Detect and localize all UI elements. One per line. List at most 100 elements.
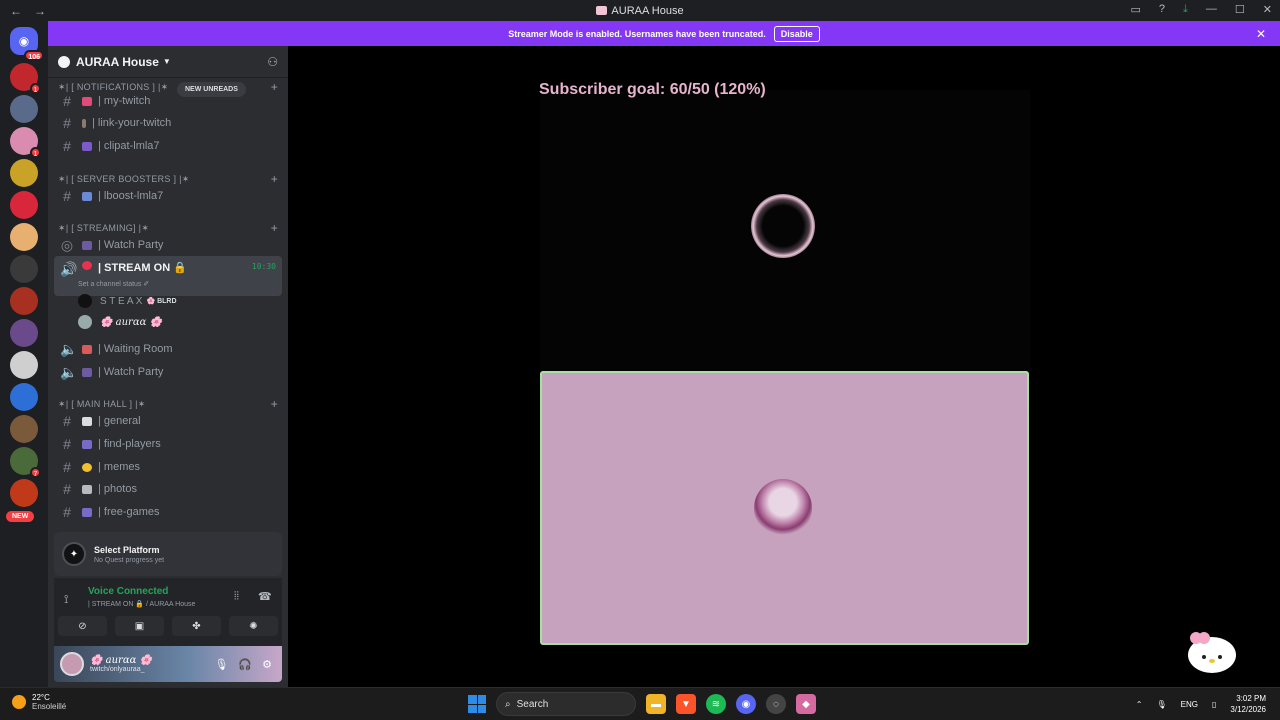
active-app-icon[interactable]: ◆ [796, 694, 816, 714]
disable-streamer-mode-button[interactable]: Disable [773, 25, 820, 42]
voice-channel-link[interactable]: | STREAM ON 🔒 / AURAA House [88, 600, 195, 608]
server-icon[interactable]: 1 [10, 63, 41, 94]
add-channel-icon[interactable]: + [271, 397, 278, 411]
activities-icon[interactable]: ✤ [172, 616, 221, 636]
server-icon[interactable] [10, 159, 38, 187]
server-icon[interactable] [10, 255, 38, 283]
chevron-up-icon[interactable]: ⌃ [1136, 700, 1143, 709]
channel-list: ✶| [ NOTIFICATIONS ] |✶ + NEW UNREADS # | … [48, 78, 288, 530]
server-icon[interactable]: 7 [10, 447, 41, 478]
quest-icon: ✦ [62, 542, 86, 566]
unread-badge: 1 [30, 147, 41, 158]
close-window-button[interactable]: ✕ [1263, 3, 1272, 16]
channel-waiting-room[interactable]: 🔈 | Waiting Room [54, 338, 282, 360]
text-channel-icon: # [63, 413, 71, 429]
connection-signal-icon[interactable]: ⟟ [64, 592, 68, 607]
weather-widget[interactable]: 22°C Ensoleillé [12, 693, 66, 711]
search-icon: ⌕ [505, 698, 511, 710]
channel-memes[interactable]: # | memes [54, 456, 282, 478]
channel-link-your-twitch[interactable]: # | link-your-twitch [54, 112, 282, 134]
video-tile[interactable] [540, 371, 1029, 645]
server-icon[interactable] [10, 479, 38, 507]
maximize-button[interactable]: ☐ [1235, 3, 1245, 16]
microphone-tray-icon[interactable]: 🎙 [1157, 700, 1167, 709]
noise-suppression-icon[interactable]: ⦙⦙ [234, 590, 239, 603]
channel-watch-party-voice[interactable]: 🔈 | Watch Party [54, 361, 282, 383]
hello-kitty-sticker [1188, 632, 1236, 673]
headphones-icon[interactable]: 🎧 [238, 658, 252, 671]
server-icon[interactable] [10, 383, 38, 411]
voice-status[interactable]: Voice Connected [88, 586, 168, 597]
category-streaming[interactable]: ✶| [ STREAMING] |✶ + [58, 221, 278, 235]
quest-subtitle: No Quest progress yet [94, 556, 165, 564]
channel-general[interactable]: # | general [54, 410, 282, 432]
set-channel-status[interactable]: Set a channel status ✐ [78, 280, 149, 288]
channel-emoji-icon [82, 118, 86, 128]
home-button[interactable]: ◉ 106 [10, 27, 44, 61]
taskbar-search[interactable]: ⌕ Search [496, 692, 636, 716]
soundboard-icon[interactable]: ✺ [229, 616, 278, 636]
add-channel-icon[interactable]: + [271, 172, 278, 186]
download-icon[interactable]: ⤓ [1183, 3, 1188, 16]
category-server-boosters[interactable]: ✶| [ SERVER BOOSTERS ] |✶ + [58, 172, 278, 186]
forward-arrow-icon[interactable]: → [34, 4, 46, 18]
channel-emoji-icon [82, 240, 92, 250]
spotify-icon[interactable]: ≋ [706, 694, 726, 714]
quest-panel[interactable]: ✦ Select Platform No Quest progress yet [54, 532, 282, 576]
server-icon[interactable]: 1 [10, 127, 41, 158]
windows-start-icon[interactable] [468, 695, 486, 713]
app-icon[interactable]: ◌ [766, 694, 786, 714]
microphone-icon[interactable]: 🎙 [214, 658, 228, 671]
file-explorer-icon[interactable]: ▬ [646, 694, 666, 714]
server-icon[interactable] [10, 223, 38, 251]
settings-gear-icon[interactable]: ⚙ [262, 658, 272, 671]
minimize-button[interactable]: — [1206, 3, 1217, 16]
channel-find-players[interactable]: # | find-players [54, 433, 282, 455]
close-banner-icon[interactable]: ✕ [1256, 27, 1266, 41]
server-icon[interactable] [10, 191, 38, 219]
add-channel-icon[interactable]: + [271, 221, 278, 235]
voice-actions: ⊘ ▣ ✤ ✺ [58, 616, 278, 636]
server-icon [596, 5, 608, 15]
channel-free-games[interactable]: # | free-games [54, 501, 282, 523]
disconnect-icon[interactable]: ☎ [258, 590, 272, 603]
server-icon[interactable] [10, 287, 38, 315]
voice-user-auraa[interactable]: 🌸 aurαα 🌸 [78, 313, 162, 331]
server-icon[interactable] [10, 415, 38, 443]
channel-emoji-icon [82, 416, 92, 426]
brave-browser-icon[interactable]: ▼ [676, 694, 696, 714]
share-screen-icon[interactable]: ▣ [115, 616, 164, 636]
user-avatar[interactable] [60, 652, 84, 676]
server-icon[interactable] [10, 351, 38, 379]
voice-user-steax[interactable]: S T E A X 🌸 BLRD [78, 292, 177, 310]
channel-sidebar: AURAA House ▼ ⚇ ✶| [ NOTIFICATIONS ] |✶ +… [48, 46, 288, 687]
discord-taskbar-icon[interactable]: ◉ [736, 694, 756, 714]
time: 3:02 PM [1236, 694, 1266, 703]
channel-emoji-icon [82, 507, 92, 517]
language-indicator[interactable]: ENG [1181, 700, 1198, 709]
quest-title: Select Platform [94, 544, 160, 555]
clock[interactable]: 3:02 PM 3/12/2026 [1230, 693, 1266, 715]
channel-emoji-icon [82, 344, 92, 354]
server-icon[interactable] [10, 95, 38, 123]
stream-timer: 10:30 [251, 262, 276, 271]
server-name: AURAA House [76, 54, 159, 69]
inbox-icon[interactable]: ▭ [1131, 3, 1141, 16]
camera-off-icon[interactable]: ⊘ [58, 616, 107, 636]
server-header[interactable]: AURAA House ▼ ⚇ [48, 46, 288, 78]
server-icon[interactable] [10, 319, 38, 347]
channel-lboost[interactable]: # | lboost-lmla7 [54, 185, 282, 207]
channel-photos[interactable]: # | photos [54, 478, 282, 500]
channel-stream-on[interactable]: 🔊 | STREAM ON 🔒 10:30 Set a channel statu… [54, 256, 282, 296]
channel-clipat[interactable]: # | clipat-lmla7 [54, 135, 282, 157]
channel-my-twitch[interactable]: # | my-twitch [54, 90, 282, 112]
help-icon[interactable]: ? [1159, 3, 1165, 16]
banner-text: Streamer Mode is enabled. Usernames have… [508, 28, 766, 39]
invite-people-icon[interactable]: ⚇ [267, 55, 278, 69]
system-tray: ⌃ 🎙 ENG ▯ 3:02 PM 3/12/2026 [1136, 693, 1266, 715]
category-main-hall[interactable]: ✶| [ MAIN HALL ] |✶ + [58, 397, 278, 411]
back-arrow-icon[interactable]: ← [10, 4, 22, 18]
network-icon[interactable]: ▯ [1212, 700, 1216, 709]
channel-watch-party-stage[interactable]: ◎ | Watch Party [54, 234, 282, 256]
speaker-icon: 🔈 [60, 340, 78, 357]
